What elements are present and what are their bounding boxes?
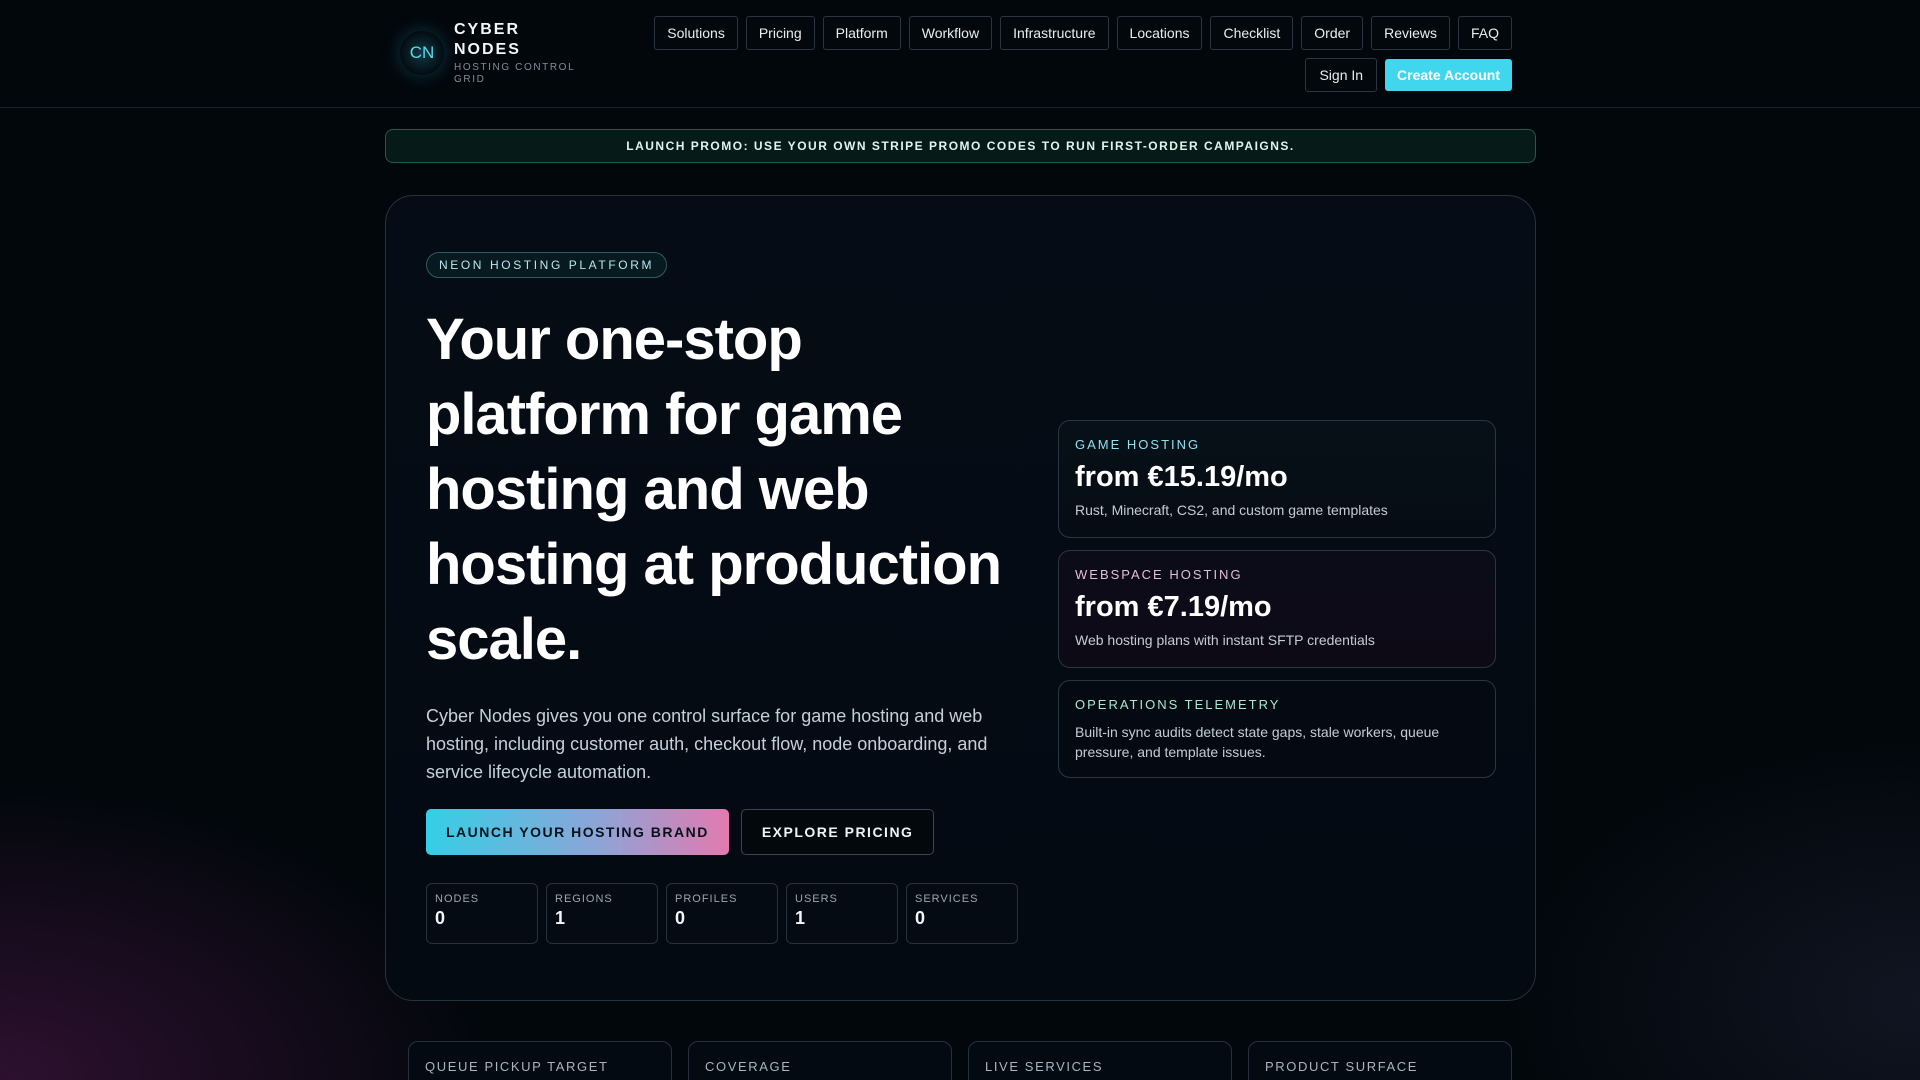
metrics-row: QUEUE PICKUP TARGET COVERAGE LIVE SERVIC… <box>408 1041 1512 1080</box>
offer-price: from €7.19/mo <box>1075 591 1272 623</box>
offer-description: Web hosting plans with instant SFTP cred… <box>1075 632 1375 648</box>
stat-users: USERS 1 <box>786 883 898 944</box>
stat-label: NODES <box>435 893 480 905</box>
offer-kicker: WEBSPACE HOSTING <box>1075 567 1243 582</box>
brand[interactable]: CN CYBER NODES HOSTING CONTROL GRID <box>400 20 584 86</box>
stat-value: 1 <box>795 908 806 928</box>
stat-label: REGIONS <box>555 893 613 905</box>
offer-description: Rust, Minecraft, CS2, and custom game te… <box>1075 502 1388 518</box>
stat-value: 0 <box>675 908 686 928</box>
stat-label: PROFILES <box>675 893 738 905</box>
stat-regions: REGIONS 1 <box>546 883 658 944</box>
offer-kicker: OPERATIONS TELEMETRY <box>1075 697 1281 712</box>
nav-solutions[interactable]: Solutions <box>654 16 738 50</box>
hero-card: NEON HOSTING PLATFORM Your one-stop plat… <box>385 195 1536 1001</box>
hero-badge: NEON HOSTING PLATFORM <box>426 252 668 278</box>
nav-platform[interactable]: Platform <box>822 16 901 50</box>
stat-value: 1 <box>555 908 566 928</box>
nav-infrastructure[interactable]: Infrastructure <box>1000 16 1109 50</box>
nav-pricing[interactable]: Pricing <box>745 16 815 50</box>
brand-subtitle: HOSTING CONTROL GRID <box>454 62 575 85</box>
main-nav: Solutions Pricing Platform Workflow Infr… <box>654 16 1512 50</box>
stat-value: 0 <box>915 908 926 928</box>
stat-label: USERS <box>795 893 838 905</box>
stat-nodes: NODES 0 <box>426 883 538 944</box>
stat-profiles: PROFILES 0 <box>666 883 778 944</box>
nav-reviews[interactable]: Reviews <box>1371 16 1450 50</box>
offer-price: from €15.19/mo <box>1075 461 1288 493</box>
cta-row: LAUNCH YOUR HOSTING BRAND EXPLORE PRICIN… <box>426 809 935 855</box>
stat-label: SERVICES <box>915 893 979 905</box>
hero-headline: Your one-stop platform for game hosting … <box>426 307 1002 672</box>
webspace-hosting-card: WEBSPACE HOSTING from €7.19/mo Web hosti… <box>1058 550 1496 668</box>
nav-order[interactable]: Order <box>1301 16 1364 50</box>
auth-actions: Sign In Create Account <box>1305 58 1512 92</box>
explore-pricing-button[interactable]: EXPLORE PRICING <box>740 809 935 855</box>
launch-brand-button[interactable]: LAUNCH YOUR HOSTING BRAND <box>426 809 729 855</box>
stat-services: SERVICES 0 <box>906 883 1018 944</box>
create-account-button[interactable]: Create Account <box>1385 59 1512 91</box>
stat-value: 0 <box>435 908 446 928</box>
live-services-card: LIVE SERVICES <box>968 1041 1232 1080</box>
brand-text: CYBER NODES HOSTING CONTROL GRID <box>454 20 584 86</box>
queue-pickup-card: QUEUE PICKUP TARGET <box>408 1041 672 1080</box>
hero-lead: Cyber Nodes gives you one control surfac… <box>426 706 988 782</box>
nav-checklist[interactable]: Checklist <box>1210 16 1294 50</box>
game-hosting-card: GAME HOSTING from €15.19/mo Rust, Minecr… <box>1058 420 1496 538</box>
coverage-card: COVERAGE <box>688 1041 952 1080</box>
promo-banner: LAUNCH PROMO: USE YOUR OWN STRIPE PROMO … <box>385 129 1536 163</box>
offer-description: Built-in sync audits detect state gaps, … <box>1075 724 1440 760</box>
product-surface-card: PRODUCT SURFACE <box>1248 1041 1512 1080</box>
brand-name: CYBER NODES <box>454 21 521 58</box>
nav-workflow[interactable]: Workflow <box>908 16 993 50</box>
sign-in-button[interactable]: Sign In <box>1305 58 1378 92</box>
offer-kicker: GAME HOSTING <box>1075 437 1201 452</box>
nav-faq[interactable]: FAQ <box>1457 16 1512 50</box>
operations-telemetry-card: OPERATIONS TELEMETRY Built-in sync audit… <box>1058 680 1496 778</box>
site-header: CN CYBER NODES HOSTING CONTROL GRID Solu… <box>0 0 1920 108</box>
logo-icon: CN <box>400 31 444 75</box>
stats-row: NODES 0 REGIONS 1 PROFILES 0 USERS 1 SER… <box>426 883 1018 944</box>
nav-locations[interactable]: Locations <box>1116 16 1203 50</box>
